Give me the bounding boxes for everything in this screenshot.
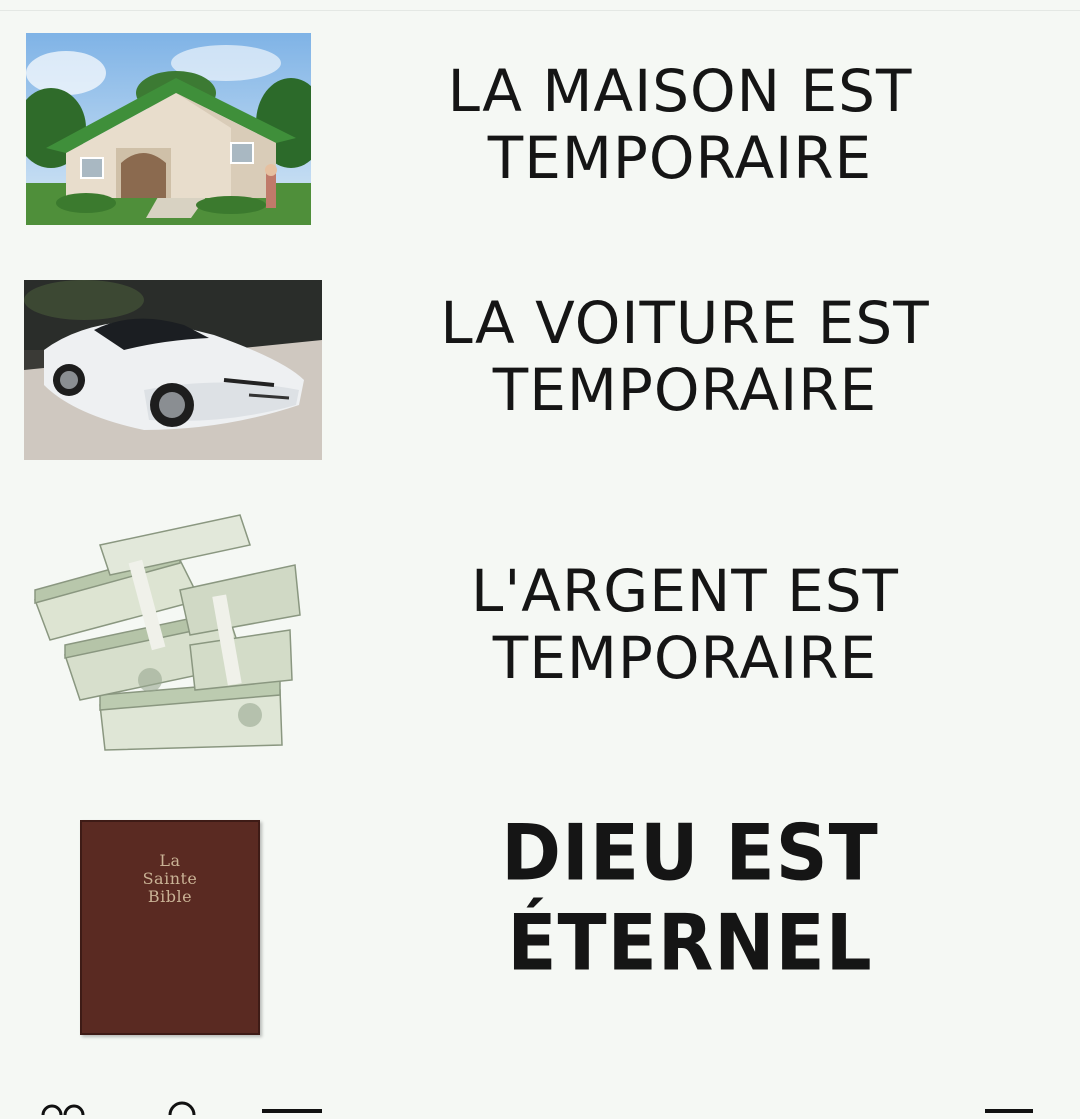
like-icon[interactable] [41, 1104, 85, 1119]
caption-car-line2: TEMPORAIRE [492, 355, 878, 424]
caption-money: L'ARGENT EST TEMPORAIRE [410, 558, 960, 691]
caption-house-line1: LA MAISON EST [447, 57, 913, 125]
caption-god: DIEU EST ÉTERNEL [440, 808, 940, 987]
menu-icon[interactable] [985, 1109, 1033, 1113]
caption-god-line2: ÉTERNEL [507, 896, 873, 988]
caption-car: LA VOITURE EST TEMPORAIRE [400, 290, 970, 423]
caption-car-line1: LA VOITURE EST [440, 289, 930, 357]
caption-money-line2: TEMPORAIRE [492, 623, 878, 692]
caption-money-line1: L'ARGENT EST [471, 557, 899, 625]
money-image [30, 505, 305, 760]
share-icon[interactable] [262, 1109, 322, 1113]
house-image [26, 33, 311, 225]
bible-cover-title: La Sainte Bible [142, 851, 198, 906]
car-image [24, 280, 322, 460]
top-divider [0, 10, 1080, 11]
caption-god-line1: DIEU EST [501, 807, 879, 899]
bottom-toolbar [0, 1100, 1080, 1119]
caption-house-line2: TEMPORAIRE [487, 123, 873, 192]
caption-house: LA MAISON EST TEMPORAIRE [400, 58, 960, 191]
comment-icon[interactable] [168, 1101, 196, 1119]
bible-image: La Sainte Bible [80, 820, 260, 1035]
